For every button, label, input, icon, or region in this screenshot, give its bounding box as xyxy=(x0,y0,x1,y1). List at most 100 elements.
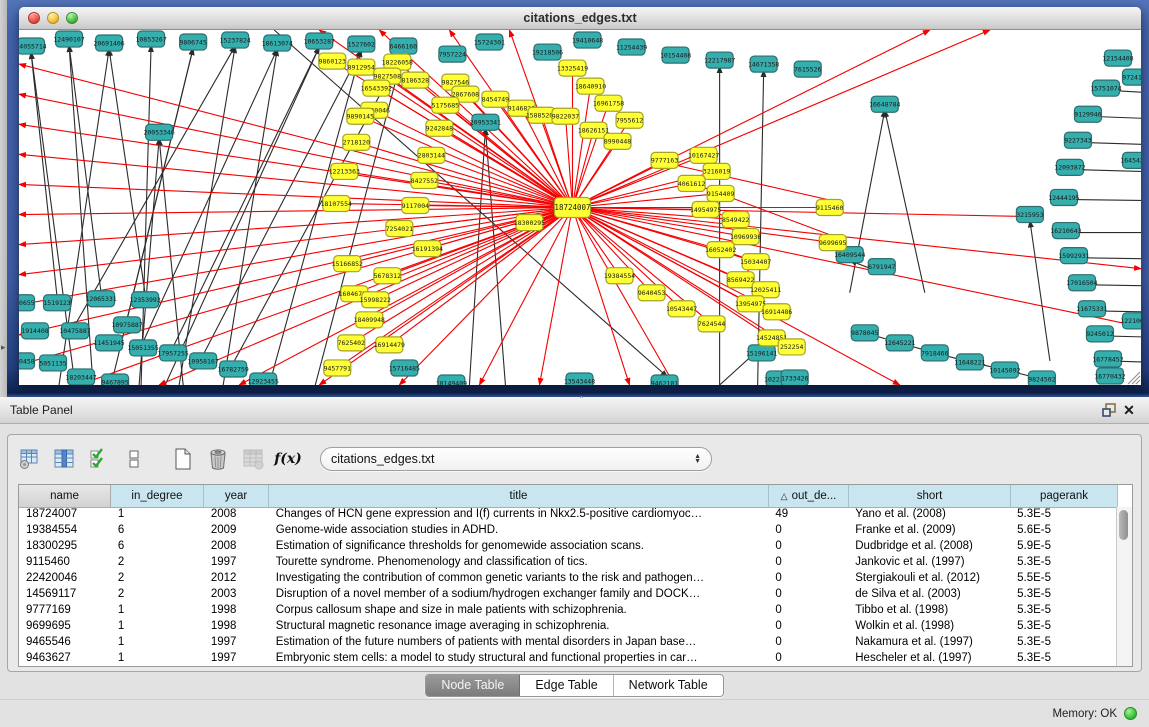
table-cell[interactable]: Estimation of the future numbers of pati… xyxy=(269,635,769,651)
table-cell[interactable]: Estimation of significance thresholds fo… xyxy=(269,539,769,555)
citation-edge-red[interactable] xyxy=(572,86,590,207)
table-cell[interactable]: Tibbo et al. (1998) xyxy=(848,603,1010,619)
table-cell[interactable]: 0 xyxy=(768,555,848,571)
table-cell[interactable]: Tourette syndrome. Phenomenology and cla… xyxy=(269,555,769,571)
table-row[interactable]: 946554611997Estimation of the future num… xyxy=(19,635,1117,651)
citation-edge-black[interactable] xyxy=(143,49,277,342)
table-cell[interactable]: 5.3E-5 xyxy=(1010,603,1117,619)
table-cell[interactable]: 1998 xyxy=(204,603,269,619)
table-cell[interactable]: Disruption of a novel member of a sodium… xyxy=(269,587,769,603)
table-cell[interactable]: de Silva et al. (2003) xyxy=(848,587,1010,603)
citation-edge-red[interactable] xyxy=(572,130,593,207)
table-cell[interactable]: 2 xyxy=(111,587,204,603)
table-cell[interactable]: 19384554 xyxy=(19,523,111,539)
table-cell[interactable]: 1997 xyxy=(204,651,269,666)
splitter-grip-icon[interactable]: ⌃ xyxy=(575,398,589,403)
citation-edge-black[interactable] xyxy=(127,48,193,319)
table-cell[interactable]: 9465546 xyxy=(19,635,111,651)
column-header-name[interactable]: name xyxy=(19,485,111,507)
resize-grip-icon[interactable] xyxy=(1128,372,1140,384)
column-header-title[interactable]: title xyxy=(269,485,769,507)
citation-edge-red[interactable] xyxy=(399,208,572,386)
table-cell[interactable]: Genome-wide association studies in ADHD. xyxy=(269,523,769,539)
delete-table-button[interactable] xyxy=(207,448,229,470)
table-cell[interactable]: 1 xyxy=(111,651,204,666)
table-cell[interactable]: Changes of HCN gene expression and I(f) … xyxy=(269,507,769,523)
table-cell[interactable]: 49 xyxy=(768,507,848,523)
table-cell[interactable]: 5.3E-5 xyxy=(1010,619,1117,635)
close-panel-button[interactable]: ✕ xyxy=(1119,401,1139,419)
citation-edge-red[interactable] xyxy=(19,124,572,207)
table-scrollbar[interactable] xyxy=(1116,507,1132,666)
citation-edge-red[interactable] xyxy=(19,184,572,207)
table-cell[interactable]: 5.5E-5 xyxy=(1010,571,1117,587)
table-cell[interactable]: 5.3E-5 xyxy=(1010,555,1117,571)
citation-edge-black[interactable] xyxy=(69,45,101,293)
table-cell[interactable]: 2003 xyxy=(204,587,269,603)
table-cell[interactable]: 9699695 xyxy=(19,619,111,635)
table-cell[interactable]: 1 xyxy=(111,603,204,619)
left-splitter[interactable]: ▸ xyxy=(0,0,7,397)
function-builder-button[interactable]: f(x) xyxy=(277,448,299,470)
citation-edge-red[interactable] xyxy=(344,171,572,207)
table-cell[interactable]: 5.6E-5 xyxy=(1010,523,1117,539)
table-cell[interactable]: 0 xyxy=(768,635,848,651)
citation-edge-red[interactable] xyxy=(565,116,572,207)
table-row[interactable]: 946362711997Embryonic stem cells: a mode… xyxy=(19,651,1117,666)
citation-edge-red[interactable] xyxy=(19,64,572,207)
citation-edge-red[interactable] xyxy=(427,208,572,249)
network-window[interactable]: citations_edges.txt 14055714124901072069… xyxy=(19,7,1141,385)
table-cell[interactable]: 5.3E-5 xyxy=(1010,507,1117,523)
table-cell[interactable]: 2008 xyxy=(204,507,269,523)
table-cell[interactable]: Investigating the contribution of common… xyxy=(269,571,769,587)
table-cell[interactable]: Wolkin et al. (1998) xyxy=(848,619,1010,635)
table-row[interactable]: 1456911722003Disruption of a novel membe… xyxy=(19,587,1117,603)
table-cell[interactable]: 0 xyxy=(768,571,848,587)
table-cell[interactable]: Franke et al. (2009) xyxy=(848,523,1010,539)
column-header-year[interactable]: year xyxy=(204,485,269,507)
table-cell[interactable]: 2 xyxy=(111,571,204,587)
citation-edge-red[interactable] xyxy=(539,208,572,386)
graph-svg[interactable]: 1405571412490107206914061085326798067451… xyxy=(19,30,1141,385)
table-row[interactable]: 1830029562008Estimation of significance … xyxy=(19,539,1117,555)
unselect-rows-button[interactable] xyxy=(123,448,145,470)
table-cell[interactable]: 9463627 xyxy=(19,651,111,666)
table-selector-dropdown[interactable]: citations_edges.txt ▲▼ xyxy=(320,447,712,471)
table-row[interactable]: 911546021997Tourette syndrome. Phenomeno… xyxy=(19,555,1117,571)
citation-edge-red[interactable] xyxy=(19,94,572,207)
citation-edge-black[interactable] xyxy=(165,47,319,385)
table-cell[interactable]: Stergiakouli et al. (2012) xyxy=(848,571,1010,587)
float-panel-button[interactable] xyxy=(1099,401,1119,419)
table-cell[interactable]: Dudbridge et al. (2008) xyxy=(848,539,1010,555)
splitter-collapse-icon[interactable]: ▸ xyxy=(1,342,6,353)
table-cell[interactable]: 2009 xyxy=(204,523,269,539)
column-header-short[interactable]: short xyxy=(849,485,1011,507)
column-header-pagerank[interactable]: pagerank xyxy=(1011,485,1118,507)
table-cell[interactable]: 2008 xyxy=(204,539,269,555)
table-cell[interactable]: Corpus callosum shape and size in male p… xyxy=(269,603,769,619)
citation-edge-black[interactable] xyxy=(1030,221,1050,361)
table-cell[interactable]: 0 xyxy=(768,603,848,619)
table-row[interactable]: 2242004622012Investigating the contribut… xyxy=(19,571,1117,587)
table-cell[interactable]: 1 xyxy=(111,635,204,651)
scrollbar-thumb[interactable] xyxy=(1119,510,1128,540)
table-cell[interactable]: 0 xyxy=(768,539,848,555)
table-cell[interactable]: 2 xyxy=(111,555,204,571)
citation-edge-black[interactable] xyxy=(31,52,57,297)
table-cell[interactable]: 18300295 xyxy=(19,539,111,555)
table-cell[interactable]: 6 xyxy=(111,523,204,539)
table-cell[interactable]: 1998 xyxy=(204,619,269,635)
table-cell[interactable]: 6 xyxy=(111,539,204,555)
table-row[interactable]: 1872400712008Changes of HCN gene express… xyxy=(19,507,1117,523)
table-cell[interactable]: 5.9E-5 xyxy=(1010,539,1117,555)
column-header-out-de-[interactable]: △out_de... xyxy=(769,485,849,507)
table-cell[interactable]: 14569117 xyxy=(19,587,111,603)
table-cell[interactable]: 1 xyxy=(111,619,204,635)
table-panel-header[interactable]: ⌃ Table Panel ✕ xyxy=(0,397,1149,424)
table-settings-button[interactable] xyxy=(18,448,40,470)
show-columns-button[interactable] xyxy=(53,448,75,470)
table-cell[interactable]: 0 xyxy=(768,523,848,539)
table-cell[interactable]: Embryonic stem cells: a model to study s… xyxy=(269,651,769,666)
table-cell[interactable]: 5.3E-5 xyxy=(1010,651,1117,666)
create-table-button[interactable] xyxy=(172,448,194,470)
